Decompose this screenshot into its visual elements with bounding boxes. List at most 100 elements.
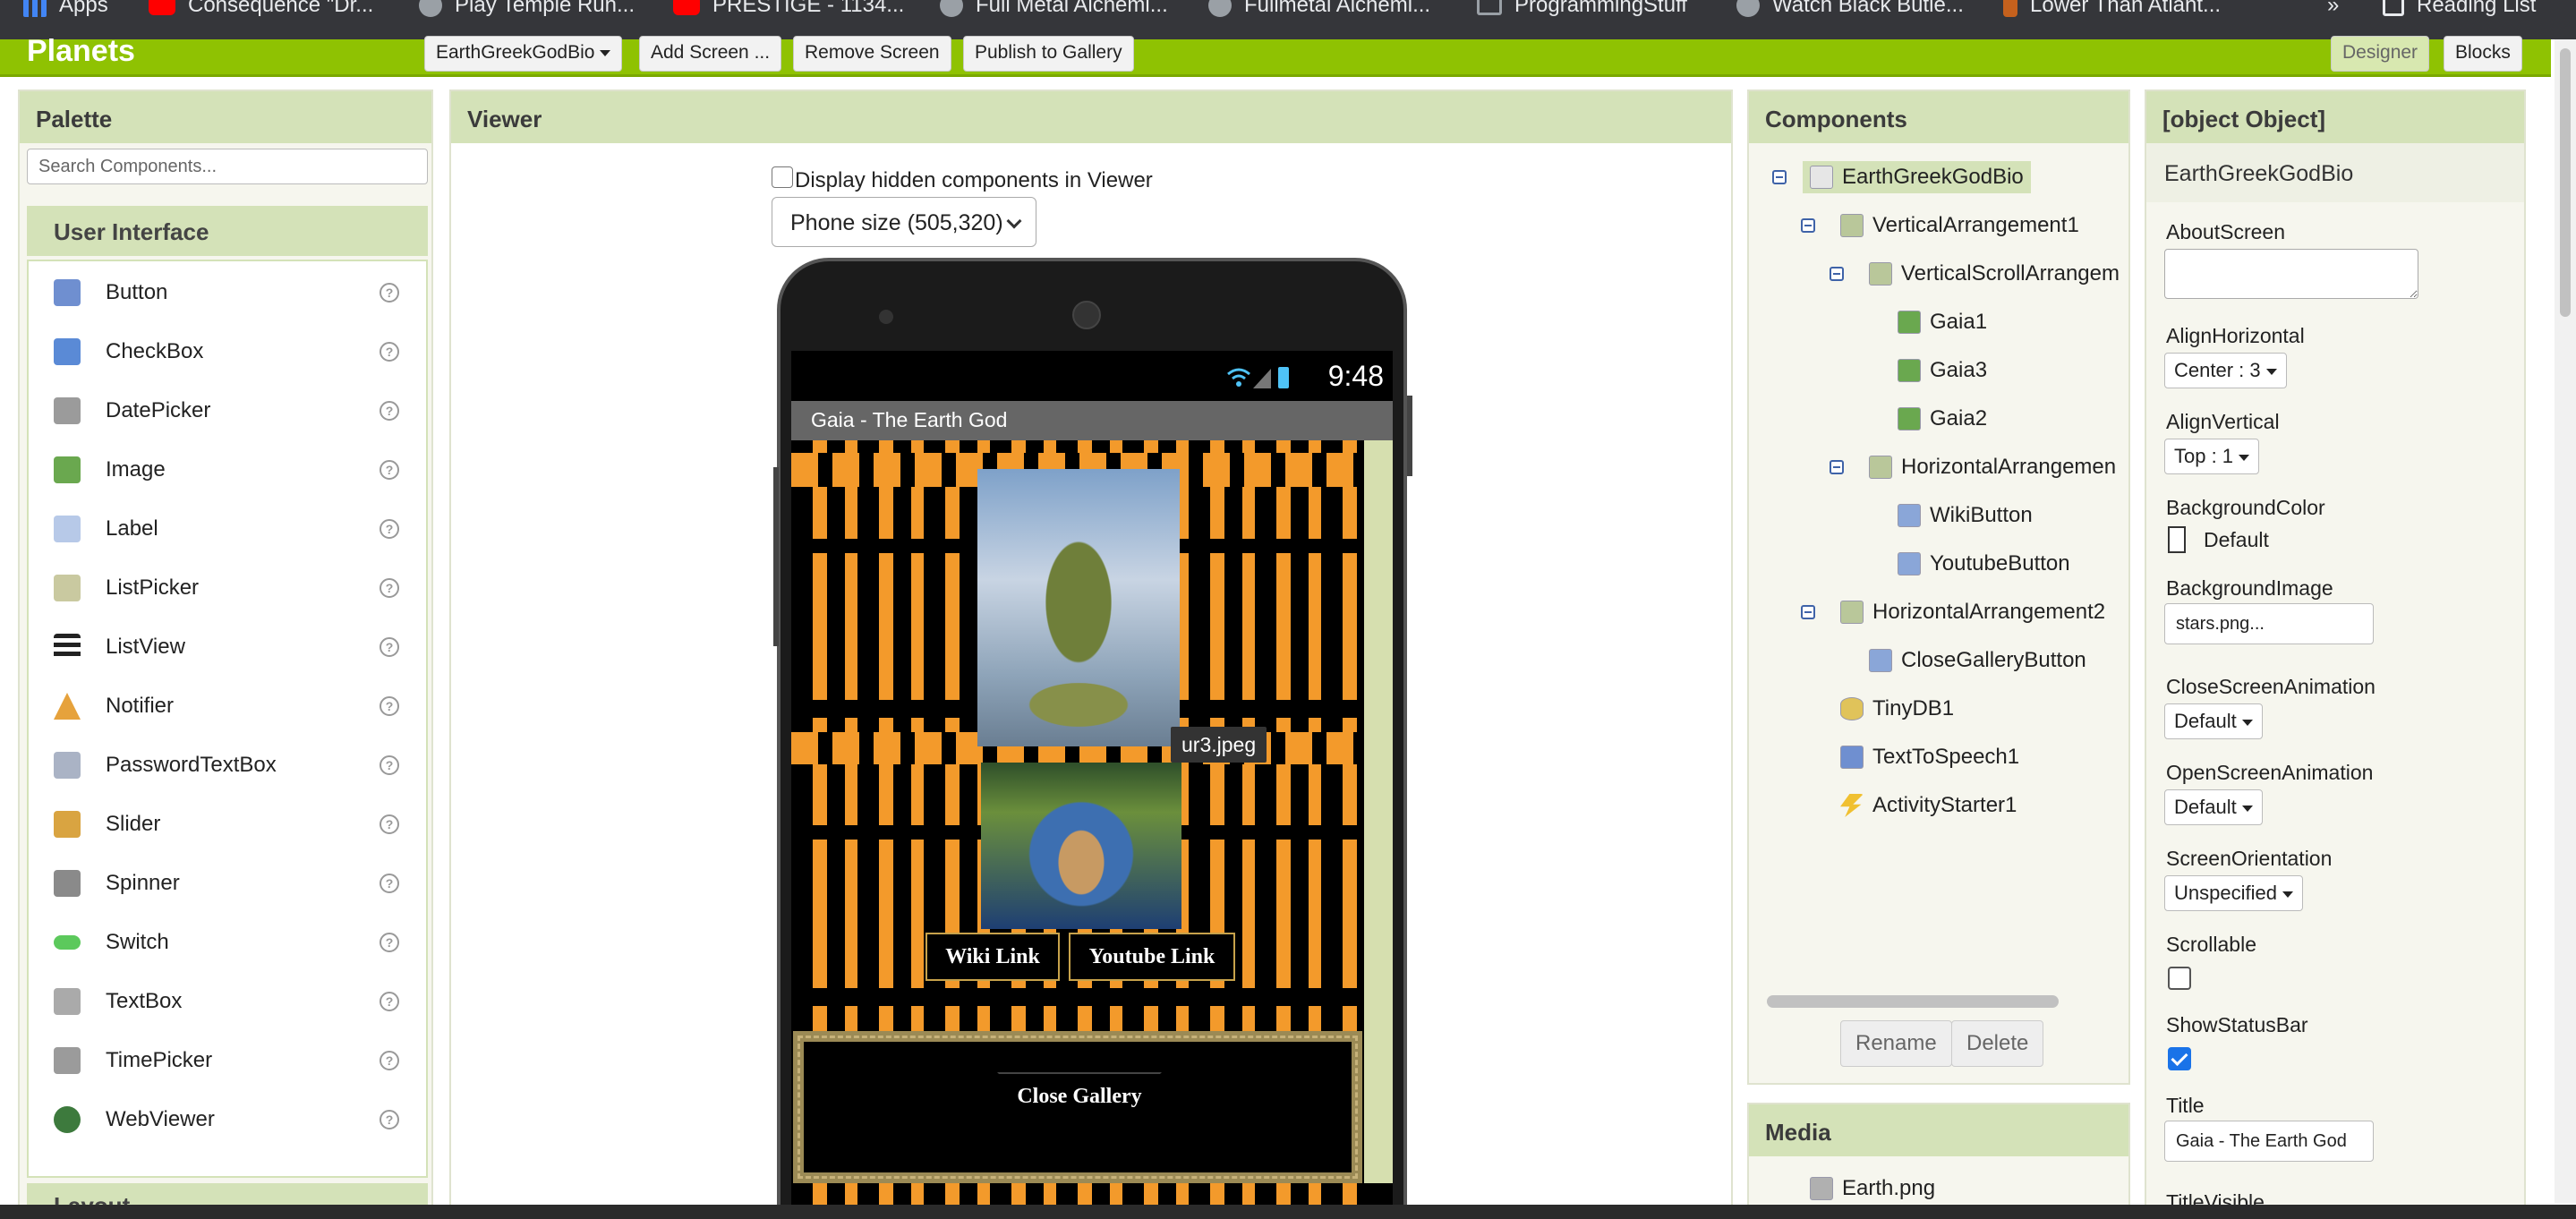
tree-node-gaia3[interactable]: Gaia3 — [1898, 358, 1987, 383]
tree-node-tinydb1[interactable]: TinyDB1 — [1840, 696, 1954, 721]
palette-item-slider[interactable]: Slider? — [29, 795, 426, 854]
collapse-icon[interactable] — [1772, 170, 1787, 184]
collapse-icon[interactable] — [1801, 218, 1815, 233]
publish-gallery-button[interactable]: Publish to Gallery — [963, 36, 1134, 72]
scrollbar-thumb[interactable] — [2560, 48, 2571, 317]
background-image-input[interactable] — [2164, 603, 2374, 644]
phone-size-select[interactable]: Phone size (505,320) — [772, 197, 1036, 247]
help-icon[interactable]: ? — [380, 1110, 399, 1129]
help-icon[interactable]: ? — [380, 401, 399, 421]
help-icon[interactable]: ? — [380, 933, 399, 952]
close-animation-dropdown[interactable]: Default — [2164, 703, 2263, 739]
blocks-button[interactable]: Blocks — [2444, 36, 2522, 72]
checkbox-icon — [54, 338, 81, 365]
open-animation-dropdown[interactable]: Default — [2164, 789, 2263, 825]
show-status-bar-checkbox[interactable] — [2168, 1047, 2191, 1070]
background-color-value[interactable]: Default — [2204, 528, 2269, 552]
tree-node-horizontalarrangement1[interactable]: HorizontalArrangemen — [1869, 455, 2120, 480]
scrollable-checkbox[interactable] — [2168, 967, 2191, 990]
help-icon[interactable]: ? — [380, 696, 399, 716]
bookmark-programmingstuff[interactable]: ProgrammingStuff — [1477, 0, 1687, 18]
collapse-icon[interactable] — [1830, 460, 1844, 474]
help-icon[interactable]: ? — [380, 519, 399, 539]
caret-down-icon — [600, 49, 611, 56]
help-icon[interactable]: ? — [380, 755, 399, 775]
remove-screen-button[interactable]: Remove Screen — [793, 36, 951, 72]
screen-select-dropdown[interactable]: EarthGreekGodBio — [424, 36, 623, 72]
category-user-interface[interactable]: User Interface — [27, 206, 428, 256]
palette-item-checkbox[interactable]: CheckBox? — [29, 322, 426, 381]
palette-item-listpicker[interactable]: ListPicker? — [29, 558, 426, 618]
collapse-icon[interactable] — [1830, 267, 1844, 281]
wiki-link-button[interactable]: Wiki Link — [925, 933, 1060, 981]
help-icon[interactable]: ? — [380, 342, 399, 362]
palette-item-timepicker[interactable]: TimePicker? — [29, 1031, 426, 1090]
media-title: Media — [1749, 1104, 2128, 1156]
bookmark-black-butler[interactable]: Watch Black Butle... — [1736, 0, 1964, 18]
media-panel: Media — [1747, 1103, 2130, 1219]
bookmark-prestige[interactable]: PRESTIGE - 1134... — [673, 0, 904, 18]
display-hidden-checkbox[interactable] — [772, 166, 793, 188]
bookmark-temple-run[interactable]: Play Temple Run... — [419, 0, 635, 18]
help-icon[interactable]: ? — [380, 814, 399, 834]
components-scrollbar[interactable] — [1767, 995, 2059, 1008]
help-icon[interactable]: ? — [380, 283, 399, 303]
screen-orientation-dropdown[interactable]: Unspecified — [2164, 875, 2303, 911]
bookmark-fullmetal[interactable]: Fullmetal Alchemi... — [1208, 0, 1430, 18]
tree-node-horizontalarrangement2[interactable]: HorizontalArrangement2 — [1840, 600, 2105, 625]
palette-item-image[interactable]: Image? — [29, 440, 426, 499]
add-screen-button[interactable]: Add Screen ... — [639, 36, 782, 72]
palette-item-spinner[interactable]: Spinner? — [29, 854, 426, 913]
help-icon[interactable]: ? — [380, 578, 399, 598]
search-components-input[interactable] — [27, 149, 428, 184]
page-scrollbar[interactable] — [2555, 39, 2576, 1203]
align-vertical-dropdown[interactable]: Top : 1 — [2164, 439, 2260, 474]
about-screen-textarea[interactable] — [2164, 249, 2418, 299]
palette-item-passwordtextbox[interactable]: PasswordTextBox? — [29, 736, 426, 795]
bookmark-apps[interactable]: Apps — [23, 0, 108, 18]
gaia1-image[interactable] — [977, 469, 1180, 746]
gaia2-image[interactable] — [981, 763, 1181, 929]
password-icon — [54, 752, 81, 779]
bookmark-full-metal[interactable]: Full Metal Alchemi... — [940, 0, 1168, 18]
help-icon[interactable]: ? — [380, 637, 399, 657]
help-icon[interactable]: ? — [380, 874, 399, 893]
tree-node-closegallerybutton[interactable]: CloseGalleryButton — [1869, 648, 2086, 673]
help-icon[interactable]: ? — [380, 1051, 399, 1070]
youtube-link-button[interactable]: Youtube Link — [1069, 933, 1235, 981]
palette-item-notifier[interactable]: Notifier? — [29, 677, 426, 736]
palette-item-button[interactable]: Button? — [29, 263, 426, 322]
palette-item-listview[interactable]: ListView? — [29, 618, 426, 677]
designer-button[interactable]: Designer — [2331, 36, 2430, 72]
color-swatch[interactable] — [2168, 526, 2186, 553]
bookmarks-overflow-button[interactable]: » — [2327, 0, 2339, 18]
chevron-down-icon — [1006, 213, 1022, 229]
title-input[interactable] — [2164, 1121, 2374, 1162]
collapse-icon[interactable] — [1801, 605, 1815, 619]
palette-item-webviewer[interactable]: WebViewer? — [29, 1090, 426, 1149]
help-icon[interactable]: ? — [380, 460, 399, 480]
help-icon[interactable]: ? — [380, 992, 399, 1011]
reading-list-button[interactable]: Reading List — [2383, 0, 2536, 18]
palette-item-label[interactable]: Label? — [29, 499, 426, 558]
tree-node-activitystarter1[interactable]: ActivityStarter1 — [1840, 793, 2017, 818]
camera-icon — [879, 310, 893, 324]
tree-node-screen[interactable]: EarthGreekGodBio — [1803, 161, 2031, 193]
align-horizontal-dropdown[interactable]: Center : 3 — [2164, 353, 2287, 388]
rename-button[interactable]: Rename — [1840, 1020, 1952, 1067]
bookmark-lower-than-atlantis[interactable]: Lower Than Atlant... — [2003, 0, 2221, 18]
tree-node-texttospeech1[interactable]: TextToSpeech1 — [1840, 745, 2019, 770]
tree-node-verticalscrollarrangement[interactable]: VerticalScrollArrangem — [1869, 261, 2120, 286]
delete-button[interactable]: Delete — [1951, 1020, 2044, 1067]
close-gallery-button[interactable]: Close Gallery — [997, 1072, 1162, 1121]
tree-node-gaia2[interactable]: Gaia2 — [1898, 406, 1987, 431]
palette-item-datepicker[interactable]: DatePicker? — [29, 381, 426, 440]
tree-node-gaia1[interactable]: Gaia1 — [1898, 310, 1987, 335]
palette-item-switch[interactable]: Switch? — [29, 913, 426, 972]
tree-node-wikibutton[interactable]: WikiButton — [1898, 503, 2033, 528]
media-file-earth[interactable]: Earth.png — [1810, 1176, 1935, 1201]
palette-item-textbox[interactable]: TextBox? — [29, 972, 426, 1031]
tree-node-youtubebutton[interactable]: YoutubeButton — [1898, 551, 2070, 576]
tree-node-verticalarrangement1[interactable]: VerticalArrangement1 — [1840, 213, 2079, 238]
bookmark-consequence[interactable]: Consequence "Dr... — [149, 0, 373, 18]
